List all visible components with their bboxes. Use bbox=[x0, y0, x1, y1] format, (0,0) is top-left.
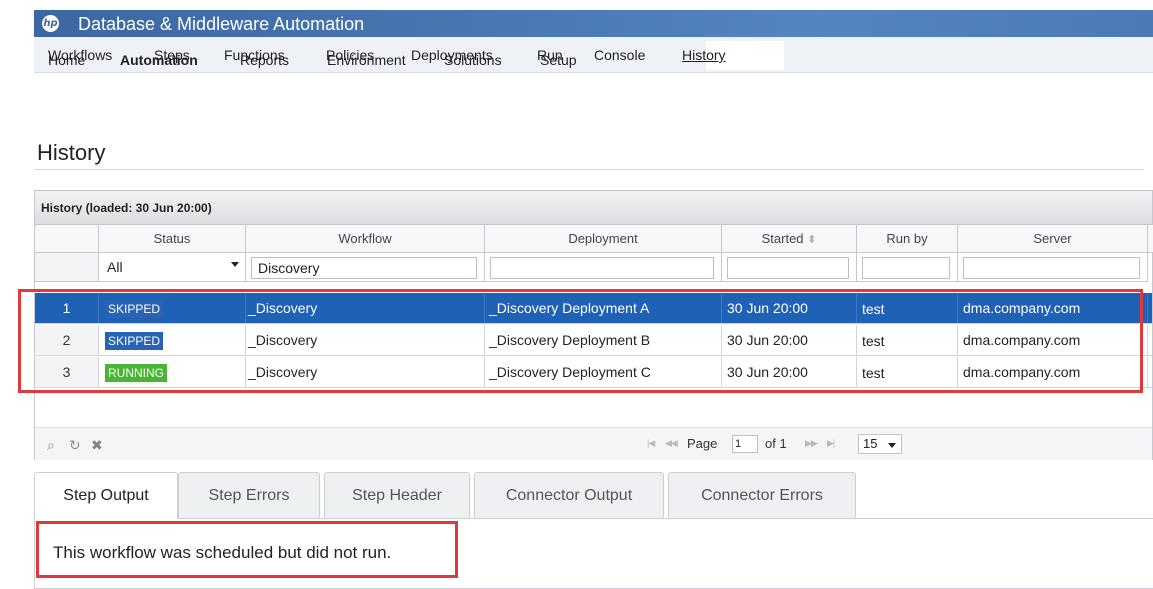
sort-icon: ⬍ bbox=[807, 234, 817, 246]
column-header-deployment-label: Deployment bbox=[568, 231, 638, 246]
grid-caption-text: History (loaded: 30 Jun 20:00) bbox=[41, 201, 212, 215]
deployment-cell: _Discovery Deployment C bbox=[485, 357, 722, 387]
sub-nav-steps[interactable]: Steps bbox=[154, 47, 190, 63]
hp-logo-icon: hp bbox=[42, 15, 59, 32]
table-row[interactable]: 1 SKIPPED _Discovery _Discovery Deployme… bbox=[35, 293, 1152, 324]
column-header-server[interactable]: Server bbox=[958, 225, 1148, 253]
run-by-cell: test bbox=[857, 325, 958, 355]
tab-connector-output[interactable]: Connector Output bbox=[474, 472, 664, 518]
status-filter-value[interactable]: All bbox=[103, 257, 243, 279]
page-size-value: 15 bbox=[863, 436, 878, 451]
column-header-deployment[interactable]: Deployment bbox=[485, 225, 722, 253]
sub-nav-run[interactable]: Run bbox=[537, 47, 563, 63]
history-grid: History (loaded: 30 Jun 20:00) Status Wo… bbox=[34, 190, 1153, 460]
page-number-input[interactable]: 1 bbox=[732, 435, 758, 453]
page-label: Page bbox=[687, 436, 718, 451]
server-cell: dma.company.com bbox=[958, 293, 1148, 323]
status-cell: SKIPPED bbox=[99, 293, 246, 323]
app-title-bar: hp Database & Middleware Automation bbox=[34, 10, 1153, 37]
clear-filter-icon[interactable]: ✖ bbox=[91, 437, 103, 454]
search-icon[interactable]: ⌕ bbox=[47, 437, 55, 454]
next-page-icon[interactable]: ▶▶ bbox=[805, 438, 818, 449]
page-count-label: of 1 bbox=[765, 436, 787, 451]
chevron-down-icon[interactable] bbox=[888, 443, 896, 448]
first-page-icon[interactable]: |◀ bbox=[647, 438, 655, 449]
page-title: History bbox=[37, 140, 106, 165]
step-output-text: This workflow was scheduled but did not … bbox=[53, 543, 392, 562]
detail-tabs: Step Output Step Errors Step Header Conn… bbox=[34, 472, 1153, 519]
table-row[interactable]: 3 RUNNING _Discovery _Discovery Deployme… bbox=[35, 357, 1152, 388]
tab-step-header[interactable]: Step Header bbox=[324, 472, 470, 518]
tab-step-errors[interactable]: Step Errors bbox=[178, 472, 320, 518]
column-header-run-by[interactable]: Run by bbox=[857, 225, 958, 253]
workflow-filter-input[interactable]: Discovery bbox=[251, 257, 477, 279]
title-divider bbox=[34, 169, 1144, 170]
sub-nav-deployments[interactable]: Deployments bbox=[411, 47, 493, 63]
started-filter-cell bbox=[722, 253, 857, 282]
run-by-filter-input[interactable] bbox=[862, 257, 950, 279]
column-header-server-label: Server bbox=[1033, 231, 1072, 246]
main-nav-bar: Home Automation Reports Environment Solu… bbox=[34, 37, 594, 73]
column-header-filler bbox=[1148, 225, 1153, 253]
sub-nav-console[interactable]: Console bbox=[594, 47, 645, 63]
deployment-cell: _Discovery Deployment A bbox=[485, 293, 722, 323]
server-cell: dma.company.com bbox=[958, 357, 1148, 387]
status-filter-select[interactable]: All bbox=[99, 253, 246, 282]
last-page-icon[interactable]: ▶| bbox=[827, 438, 835, 449]
tab-step-output[interactable]: Step Output bbox=[34, 472, 178, 519]
column-header-started-label: Started bbox=[761, 231, 804, 246]
started-cell: 30 Jun 20:00 bbox=[722, 325, 857, 355]
column-header-rownum bbox=[35, 225, 99, 253]
column-header-workflow-label: Workflow bbox=[338, 231, 392, 246]
started-cell: 30 Jun 20:00 bbox=[722, 357, 857, 387]
row-number: 3 bbox=[35, 357, 99, 387]
chevron-down-icon[interactable] bbox=[231, 262, 239, 267]
filter-rownum-cell bbox=[35, 253, 99, 282]
column-header-workflow[interactable]: Workflow bbox=[246, 225, 485, 253]
app-title: Database & Middleware Automation bbox=[78, 14, 365, 34]
column-header-status-label: Status bbox=[153, 231, 191, 246]
column-header-run-by-label: Run by bbox=[886, 231, 928, 246]
status-cell: SKIPPED bbox=[99, 325, 246, 355]
sub-nav-history[interactable]: History bbox=[682, 47, 726, 63]
workflow-cell: _Discovery bbox=[246, 357, 485, 387]
step-output-panel: This workflow was scheduled but did not … bbox=[34, 518, 1153, 589]
started-filter-input[interactable] bbox=[727, 257, 849, 279]
deployment-filter-cell bbox=[485, 253, 722, 282]
run-by-filter-cell bbox=[857, 253, 958, 282]
sub-nav-policies[interactable]: Policies bbox=[326, 47, 374, 63]
status-badge: SKIPPED bbox=[105, 332, 164, 350]
deployment-filter-input[interactable] bbox=[490, 257, 714, 279]
column-header-started[interactable]: Started ⬍ bbox=[722, 225, 857, 253]
grid-caption: History (loaded: 30 Jun 20:00) bbox=[35, 191, 1152, 225]
workflow-filter-cell: Discovery bbox=[246, 253, 485, 282]
run-by-cell: test bbox=[857, 293, 958, 323]
workflow-cell: _Discovery bbox=[246, 293, 485, 323]
refresh-icon[interactable]: ↻ bbox=[69, 437, 81, 454]
previous-page-icon[interactable]: ◀◀ bbox=[665, 438, 678, 449]
pager-toolbar: ⌕ ↻ ✖ |◀ ◀◀ Page 1 of 1 ▶▶ ▶| 15 bbox=[35, 427, 1152, 460]
server-filter-cell bbox=[958, 253, 1148, 282]
run-by-cell: test bbox=[857, 357, 958, 387]
tab-connector-errors[interactable]: Connector Errors bbox=[668, 472, 856, 518]
row-number: 2 bbox=[35, 325, 99, 355]
row-number: 1 bbox=[35, 293, 99, 323]
table-row[interactable]: 2 SKIPPED _Discovery _Discovery Deployme… bbox=[35, 325, 1152, 356]
status-cell: RUNNING bbox=[99, 357, 246, 387]
workflow-cell: _Discovery bbox=[246, 325, 485, 355]
column-header-status[interactable]: Status bbox=[99, 225, 246, 253]
sub-nav-functions[interactable]: Functions bbox=[224, 47, 285, 63]
page-size-select[interactable]: 15 bbox=[858, 434, 902, 454]
status-badge: SKIPPED bbox=[105, 300, 164, 318]
started-cell: 30 Jun 20:00 bbox=[722, 293, 857, 323]
sub-nav-workflows[interactable]: Workflows bbox=[48, 47, 112, 63]
server-cell: dma.company.com bbox=[958, 325, 1148, 355]
deployment-cell: _Discovery Deployment B bbox=[485, 325, 722, 355]
server-filter-input[interactable] bbox=[963, 257, 1140, 279]
status-badge: RUNNING bbox=[105, 364, 167, 382]
